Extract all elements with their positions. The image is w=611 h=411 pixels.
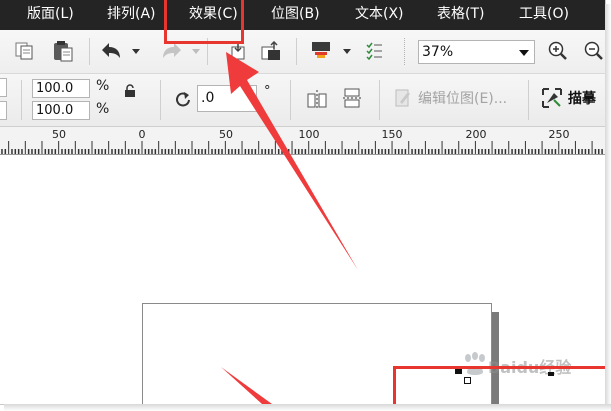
app-window: 版面(L) 排列(A) 效果(C) 位图(B) 文本(X) 表格(T) 工具(O… [0, 0, 606, 405]
annotation-arrows [221, 52, 358, 404]
window-shadow [4, 404, 611, 411]
window-shadow [605, 4, 611, 411]
